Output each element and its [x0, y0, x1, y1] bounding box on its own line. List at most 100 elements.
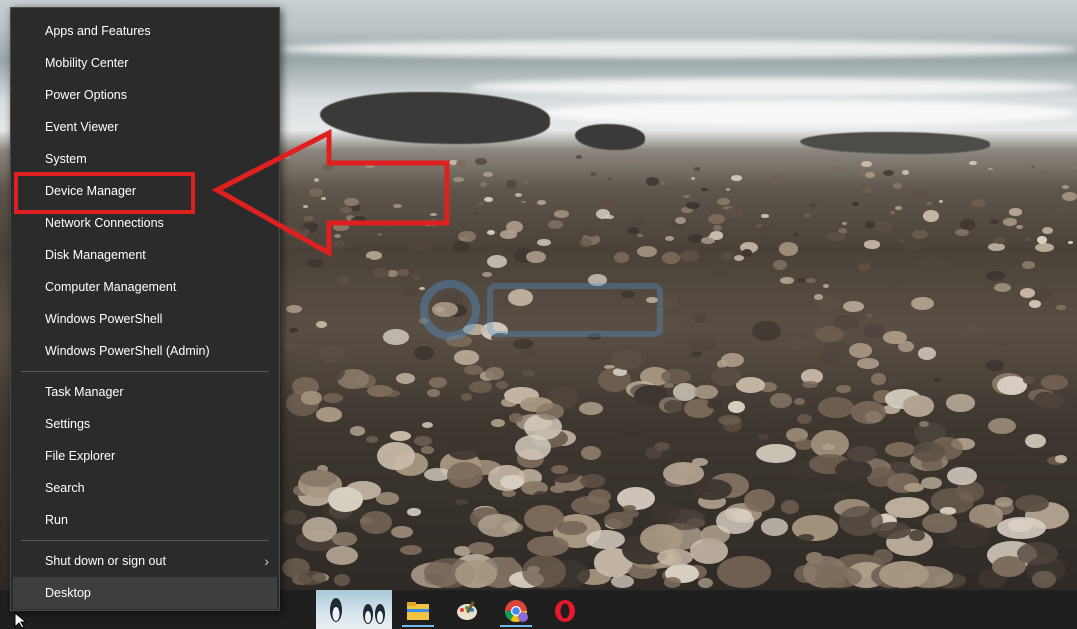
- pebble: [817, 396, 855, 419]
- pebble: [282, 342, 297, 352]
- pebble: [914, 190, 925, 197]
- menu-item[interactable]: Power Options: [11, 79, 279, 111]
- pebble: [501, 556, 516, 566]
- pebble: [522, 369, 535, 378]
- pebble: [285, 304, 302, 313]
- menu-item[interactable]: Computer Management: [11, 271, 279, 303]
- pebble: [527, 536, 569, 557]
- pebble: [611, 575, 634, 588]
- pebble: [793, 397, 805, 406]
- pebble: [826, 231, 846, 241]
- pebble: [332, 532, 357, 546]
- menu-separator: [21, 540, 269, 541]
- menu-item[interactable]: Task Manager: [11, 376, 279, 408]
- pebble: [581, 445, 602, 460]
- pebble: [627, 563, 657, 579]
- pebble: [683, 194, 690, 199]
- pebble: [918, 347, 937, 360]
- pebble: [901, 170, 909, 176]
- pebble: [487, 229, 496, 235]
- menu-item[interactable]: Windows PowerShell (Admin): [11, 335, 279, 367]
- pebble: [580, 474, 606, 488]
- pebble: [1037, 236, 1047, 244]
- pebble: [691, 350, 702, 357]
- menu-item[interactable]: Run: [11, 504, 279, 536]
- pebble: [281, 510, 306, 526]
- pebble: [447, 437, 482, 460]
- pebble: [796, 414, 812, 424]
- pebble: [467, 541, 494, 556]
- pebble: [1015, 494, 1050, 512]
- pebble: [795, 438, 813, 451]
- pebble: [848, 342, 873, 359]
- pebble: [586, 529, 625, 550]
- pebble: [650, 502, 680, 524]
- pebble: [862, 324, 885, 338]
- pebble: [487, 255, 508, 269]
- pebble: [1007, 519, 1032, 532]
- pebble: [421, 446, 435, 454]
- menu-item[interactable]: File Explorer: [11, 440, 279, 472]
- pebble: [797, 533, 815, 542]
- file-explorer-icon[interactable]: [398, 594, 438, 627]
- pebble: [536, 403, 565, 420]
- pebble: [911, 297, 934, 311]
- menu-item[interactable]: Search: [11, 472, 279, 504]
- pebble: [306, 258, 324, 268]
- pebble: [968, 160, 977, 166]
- wave: [470, 78, 1077, 96]
- pebble: [757, 225, 772, 234]
- pebble: [446, 462, 484, 488]
- pebble: [814, 565, 862, 588]
- pebble: [698, 577, 713, 588]
- pebble: [383, 329, 410, 345]
- pebble: [778, 242, 799, 256]
- pebble: [889, 378, 901, 386]
- pebble: [1032, 571, 1056, 588]
- menu-item[interactable]: Windows PowerShell: [11, 303, 279, 335]
- pebble: [691, 479, 732, 500]
- pebble: [478, 514, 519, 538]
- pebble: [687, 336, 717, 351]
- pebble: [532, 490, 548, 501]
- pebble: [478, 201, 485, 206]
- menu-item[interactable]: Mobility Center: [11, 47, 279, 79]
- pebble: [797, 278, 806, 284]
- pebble: [720, 252, 733, 260]
- pebble: [823, 283, 830, 289]
- menu-item-shutdown[interactable]: Shut down or sign out ›: [11, 545, 279, 577]
- pebble: [549, 484, 567, 493]
- pebble: [785, 337, 809, 350]
- pebble: [455, 559, 497, 588]
- pebble: [955, 228, 970, 237]
- pebble: [1022, 261, 1036, 269]
- pebble: [879, 560, 930, 588]
- pebble: [675, 216, 687, 224]
- pebble: [780, 276, 794, 285]
- pebble: [389, 430, 412, 441]
- pebble: [553, 209, 570, 218]
- pebble: [612, 227, 620, 232]
- pebble: [396, 268, 409, 277]
- opera-icon[interactable]: [545, 594, 585, 627]
- pebble: [365, 436, 378, 444]
- wave: [540, 100, 1077, 126]
- pebble: [890, 211, 895, 214]
- pebble: [728, 401, 745, 413]
- pebble: [893, 182, 902, 189]
- pebble: [730, 174, 742, 181]
- pebble: [468, 381, 493, 393]
- pebble: [601, 198, 617, 208]
- pebble: [870, 373, 887, 385]
- pebble: [852, 202, 859, 206]
- menu-item-desktop[interactable]: Desktop: [13, 577, 277, 609]
- menu-item[interactable]: Settings: [11, 408, 279, 440]
- chrome-icon[interactable]: [496, 594, 536, 627]
- pebble: [607, 178, 612, 181]
- menu-item[interactable]: Apps and Features: [11, 15, 279, 47]
- pebble: [611, 349, 643, 371]
- pebble: [1067, 240, 1073, 245]
- paint-icon[interactable]: [447, 594, 487, 627]
- pebble: [579, 237, 592, 247]
- pebble: [484, 196, 493, 202]
